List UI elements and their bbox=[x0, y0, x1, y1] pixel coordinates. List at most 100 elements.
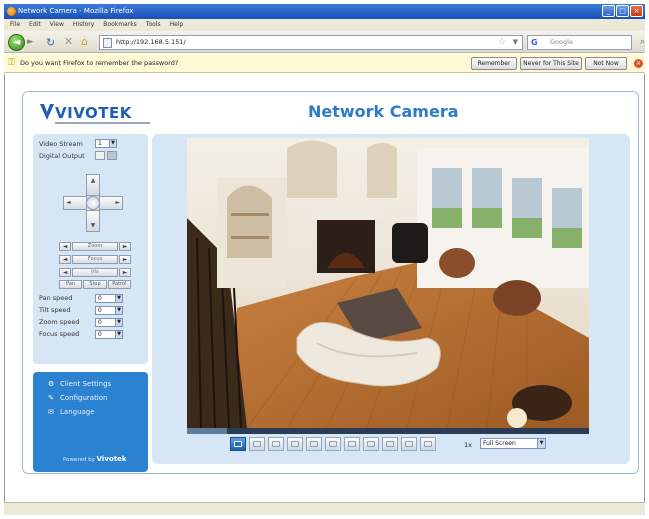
stop-stream-button[interactable] bbox=[268, 437, 284, 451]
fullscreen-icon bbox=[405, 441, 413, 447]
close-notification-icon[interactable]: × bbox=[634, 59, 643, 68]
zoom-speed-select[interactable]: 0 ▼ bbox=[95, 318, 123, 327]
digital-output-on-button[interactable] bbox=[107, 151, 117, 160]
pan-right-button[interactable]: ► bbox=[99, 196, 123, 210]
camera-icon bbox=[234, 441, 242, 447]
focus-speed-select[interactable]: 0 ▼ bbox=[95, 330, 123, 339]
zoom-speed-label: Zoom speed bbox=[39, 318, 80, 326]
chevron-down-icon: ▼ bbox=[537, 439, 545, 448]
back-button[interactable]: ◄ bbox=[8, 34, 25, 51]
tilt-down-button[interactable]: ▼ bbox=[86, 210, 100, 232]
configuration-link[interactable]: Configuration bbox=[60, 394, 107, 402]
ptz-home-button[interactable] bbox=[86, 196, 100, 210]
mic-volume-button[interactable] bbox=[382, 437, 398, 451]
focus-speed-label: Focus speed bbox=[39, 330, 80, 338]
password-notification-bar: ⚿ Do you want Firefox to remember the pa… bbox=[4, 54, 645, 73]
not-now-button[interactable]: Not Now bbox=[585, 57, 627, 70]
pan-speed-select[interactable]: 0 ▼ bbox=[95, 294, 123, 303]
zoom-speed-value: 0 bbox=[98, 319, 102, 326]
patrol-button[interactable]: Patrol bbox=[107, 280, 131, 289]
stop-icon bbox=[272, 441, 280, 447]
never-for-site-button[interactable]: Never for This Site bbox=[520, 57, 582, 70]
volume-button[interactable] bbox=[325, 437, 341, 451]
record-button[interactable] bbox=[306, 437, 322, 451]
record-icon bbox=[310, 441, 318, 447]
language-link[interactable]: Language bbox=[60, 408, 95, 416]
digital-zoom-button[interactable] bbox=[249, 437, 265, 451]
control-panel: Video Stream 1 ▼ Digital Output ▲ ◄ ► ▼ … bbox=[33, 134, 148, 364]
view-size-button[interactable] bbox=[420, 437, 436, 451]
logo-underline bbox=[55, 122, 150, 124]
tilt-speed-value: 0 bbox=[98, 307, 102, 314]
iris-close-button[interactable]: ◄ bbox=[59, 268, 71, 277]
focus-control-row: ◄ Focus ► bbox=[59, 255, 131, 264]
menu-tools[interactable]: Tools bbox=[146, 19, 161, 31]
ptz-direction-pad: ▲ ◄ ► ▼ bbox=[63, 174, 123, 232]
stop-scan-button[interactable]: Stop bbox=[83, 280, 107, 289]
mic-volume-icon bbox=[386, 441, 394, 447]
gear-icon: ⚙ bbox=[48, 380, 55, 388]
speaker-icon bbox=[329, 441, 337, 447]
zoom-label: Zoom bbox=[72, 242, 118, 251]
zoom-in-button[interactable]: ► bbox=[119, 242, 131, 251]
microphone-icon bbox=[367, 441, 375, 447]
video-stream-select[interactable]: 1 ▼ bbox=[95, 139, 117, 148]
minimize-button[interactable]: _ bbox=[602, 5, 615, 17]
view-size-select[interactable]: Full Screen ▼ bbox=[480, 438, 546, 449]
chevron-down-icon: ▼ bbox=[115, 319, 122, 326]
search-input[interactable]: G Google ⌕ bbox=[527, 35, 645, 50]
bookmark-star-icon[interactable]: ☆ bbox=[498, 36, 506, 49]
home-icon[interactable]: ⌂ bbox=[81, 35, 88, 48]
chevron-down-icon: ▼ bbox=[115, 331, 122, 338]
focus-label: Focus bbox=[72, 255, 118, 264]
camera-page: VIVOTEK Network Camera Video Stream 1 ▼ … bbox=[22, 91, 639, 474]
menu-help[interactable]: Help bbox=[170, 19, 184, 31]
digital-output-off-button[interactable] bbox=[95, 151, 105, 160]
snapshot-button[interactable] bbox=[230, 437, 246, 451]
live-video-feed[interactable] bbox=[187, 138, 589, 428]
vivotek-logo: VIVOTEK bbox=[35, 101, 150, 127]
address-bar[interactable]: http://192.168.5.151/ ☆ ▼ bbox=[99, 35, 523, 50]
iris-control-row: ◄ Iris ► bbox=[59, 268, 131, 277]
search-icon[interactable]: ⌕ bbox=[640, 36, 645, 49]
close-window-button[interactable]: × bbox=[630, 5, 643, 17]
view-size-icon bbox=[424, 441, 432, 447]
forward-button[interactable]: ► bbox=[27, 37, 39, 48]
focus-speed-value: 0 bbox=[98, 331, 102, 338]
tilt-speed-select[interactable]: 0 ▼ bbox=[95, 306, 123, 315]
menu-file[interactable]: File bbox=[10, 19, 20, 31]
google-icon[interactable]: G bbox=[531, 38, 541, 47]
pan-scan-button[interactable]: Pan bbox=[59, 280, 83, 289]
reload-icon[interactable]: ↻ bbox=[46, 36, 55, 49]
iris-open-button[interactable]: ► bbox=[119, 268, 131, 277]
video-stream-label: Video Stream bbox=[39, 140, 83, 148]
focus-near-button[interactable]: ◄ bbox=[59, 255, 71, 264]
speech-bubble-icon: ✉ bbox=[48, 408, 54, 416]
focus-far-button[interactable]: ► bbox=[119, 255, 131, 264]
menu-edit[interactable]: Edit bbox=[29, 19, 41, 31]
digital-output-toggle bbox=[95, 151, 119, 160]
client-settings-link[interactable]: Client Settings bbox=[60, 380, 111, 388]
menu-view[interactable]: View bbox=[50, 19, 64, 31]
browser-status-bar bbox=[4, 502, 645, 515]
maximize-button[interactable]: □ bbox=[616, 5, 629, 17]
start-stream-button[interactable] bbox=[287, 437, 303, 451]
fullscreen-button[interactable] bbox=[401, 437, 417, 451]
navigation-toolbar: ◄ ► ↻ ✕ ⌂ http://192.168.5.151/ ☆ ▼ G Go… bbox=[4, 31, 645, 53]
mute-button[interactable] bbox=[344, 437, 360, 451]
remember-button[interactable]: Remember bbox=[471, 57, 517, 70]
url-dropdown-icon[interactable]: ▼ bbox=[513, 36, 518, 49]
talk-button[interactable] bbox=[363, 437, 379, 451]
tilt-up-button[interactable]: ▲ bbox=[86, 174, 100, 196]
key-icon: ⚿ bbox=[8, 58, 15, 68]
zoom-out-button[interactable]: ◄ bbox=[59, 242, 71, 251]
pan-left-button[interactable]: ◄ bbox=[63, 196, 87, 210]
password-message: Do you want Firefox to remember the pass… bbox=[20, 59, 179, 67]
chevron-down-icon: ▼ bbox=[115, 307, 122, 314]
page-icon bbox=[103, 38, 112, 48]
stop-icon[interactable]: ✕ bbox=[64, 35, 73, 48]
menu-bookmarks[interactable]: Bookmarks bbox=[103, 19, 137, 31]
video-panel: 1x Full Screen ▼ bbox=[152, 134, 630, 464]
menu-history[interactable]: History bbox=[73, 19, 94, 31]
pan-speed-value: 0 bbox=[98, 295, 102, 302]
